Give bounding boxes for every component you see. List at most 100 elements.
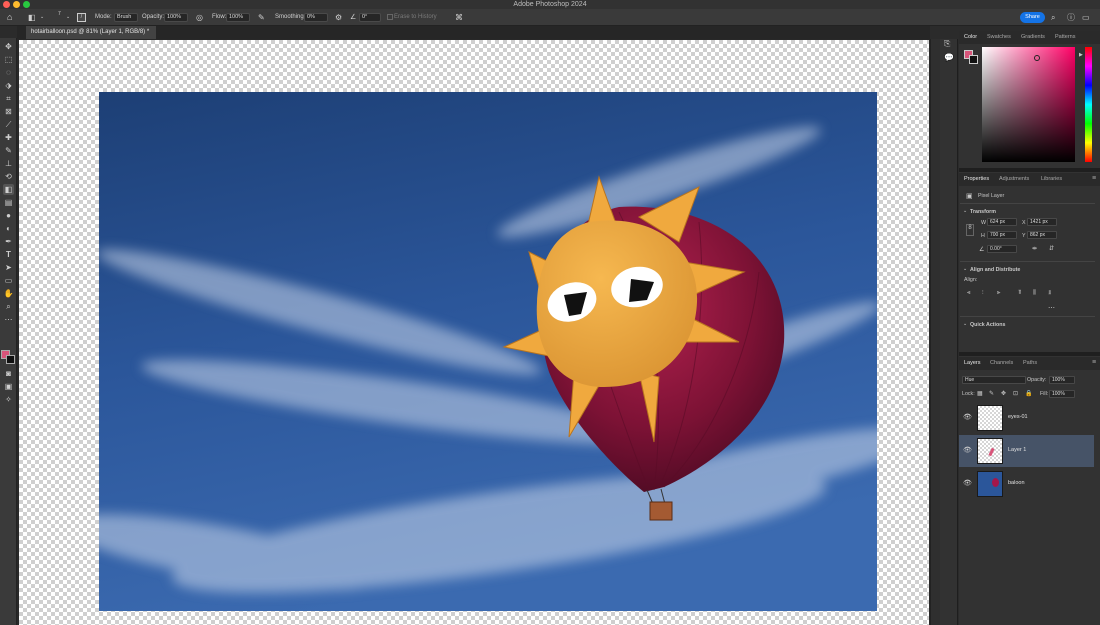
quick-mask-icon[interactable]: ◙ <box>3 368 14 379</box>
panel-menu-icon[interactable]: ≡ <box>1092 173 1096 185</box>
background-color-swatch[interactable] <box>6 355 15 364</box>
object-select-tool-icon[interactable]: ⬗ <box>3 80 14 91</box>
width-input[interactable]: 624 px <box>987 218 1017 226</box>
flip-vertical-icon[interactable]: ⇵ <box>1049 245 1054 252</box>
flip-horizontal-icon[interactable]: ⇹ <box>1032 245 1037 252</box>
vertical-scrollbar[interactable] <box>930 39 940 625</box>
home-icon[interactable]: ⌂ <box>7 9 12 26</box>
blur-tool-icon[interactable]: ● <box>3 210 14 221</box>
airbrush-icon[interactable]: ✎ <box>258 9 265 26</box>
zoom-window-button[interactable] <box>23 1 30 8</box>
y-input[interactable]: 862 px <box>1027 231 1057 239</box>
layer-name[interactable]: eyes-01 <box>1008 414 1028 420</box>
search-icon[interactable]: ⌕ <box>1051 9 1055 26</box>
move-tool-icon[interactable]: ✥ <box>3 41 14 52</box>
rectangle-tool-icon[interactable]: ▭ <box>3 275 14 286</box>
angle-input[interactable]: 0° <box>359 13 381 22</box>
align-center-h-icon[interactable]: ⫶ <box>982 290 984 297</box>
share-button[interactable]: Share <box>1020 12 1045 23</box>
blend-mode-select[interactable]: Hue <box>962 376 1026 384</box>
eraser-tool-icon[interactable]: ◧ <box>28 9 36 26</box>
eyedropper-tool-icon[interactable]: ⟋ <box>3 119 14 130</box>
brush-tool-icon[interactable]: ✎ <box>3 145 14 156</box>
lasso-tool-icon[interactable]: ◌ <box>3 67 14 78</box>
tab-paths[interactable]: Paths <box>1023 357 1037 369</box>
screen-mode-icon[interactable]: ▣ <box>3 381 14 392</box>
height-input[interactable]: 700 px <box>987 231 1017 239</box>
hue-slider[interactable] <box>1085 47 1092 162</box>
chevron-down-icon[interactable]: ⌄ <box>963 266 967 272</box>
chevron-down-icon[interactable]: ⌄ <box>66 9 70 26</box>
history-panel-icon[interactable]: ⎘ <box>944 39 950 49</box>
comments-panel-icon[interactable]: 💬 <box>944 53 954 62</box>
eraser-tool-icon[interactable]: ◧ <box>3 184 14 195</box>
mode-select[interactable]: Brush <box>114 13 138 22</box>
lock-position-icon[interactable]: ✥ <box>1001 390 1006 397</box>
color-picker-handle[interactable] <box>1034 55 1040 61</box>
layer-opacity-input[interactable]: 100% <box>1049 376 1075 384</box>
document-tab[interactable]: hotairballoon.psd @ 81% (Layer 1, RGB/8)… <box>26 26 156 39</box>
tab-color[interactable]: Color <box>964 31 977 43</box>
gradient-tool-icon[interactable]: ▤ <box>3 197 14 208</box>
close-window-button[interactable] <box>3 1 10 8</box>
panel-menu-icon[interactable]: ≡ <box>1092 357 1096 369</box>
history-brush-tool-icon[interactable]: ⟲ <box>3 171 14 182</box>
zoom-tool-icon[interactable]: ⌕ <box>3 301 14 312</box>
chevron-down-icon[interactable]: ⌄ <box>963 208 967 214</box>
link-icon[interactable]: 8 <box>966 224 974 236</box>
layer-row-baloon[interactable]: 👁 baloon <box>959 468 1094 500</box>
help-icon[interactable]: ⓘ <box>1067 9 1075 26</box>
tab-adjustments[interactable]: Adjustments <box>999 173 1029 185</box>
lock-artboard-icon[interactable]: ⊡ <box>1013 390 1018 397</box>
align-right-icon[interactable]: ⫸ <box>997 290 1000 297</box>
tab-properties[interactable]: Properties <box>964 173 989 185</box>
clone-stamp-tool-icon[interactable]: ⊥ <box>3 158 14 169</box>
align-left-icon[interactable]: ⫷ <box>967 290 970 297</box>
eye-icon[interactable]: 👁 <box>963 446 972 454</box>
workspace-icon[interactable]: ▭ <box>1082 9 1090 26</box>
lock-image-icon[interactable]: ✎ <box>989 390 994 397</box>
crop-tool-icon[interactable]: ⌗ <box>3 93 14 104</box>
eye-icon[interactable]: 👁 <box>963 413 972 421</box>
layer-name[interactable]: Layer 1 <box>1008 447 1026 453</box>
eye-icon[interactable]: 👁 <box>963 479 972 487</box>
align-middle-v-icon[interactable]: ⫼ <box>1033 290 1036 297</box>
balloon-photo[interactable] <box>99 92 877 611</box>
align-bottom-icon[interactable]: ⫫ <box>1048 290 1051 297</box>
tab-swatches[interactable]: Swatches <box>987 31 1011 43</box>
flow-input[interactable]: 100% <box>226 13 250 22</box>
frame-tool-icon[interactable]: ⊠ <box>3 106 14 117</box>
lock-all-icon[interactable]: 🔒 <box>1025 390 1032 397</box>
gear-icon[interactable]: ⚙ <box>335 9 342 26</box>
erase-history-checkbox[interactable] <box>387 14 393 20</box>
chevron-down-icon[interactable]: ⌄ <box>963 321 967 327</box>
symmetry-icon[interactable]: ⌘ <box>455 9 463 26</box>
align-top-icon[interactable]: ⫪ <box>1018 290 1021 297</box>
opacity-input[interactable]: 100% <box>164 13 188 22</box>
more-tools-icon[interactable]: ⋯ <box>3 314 14 325</box>
rotation-input[interactable]: 0.00° <box>987 245 1017 253</box>
lock-transparent-icon[interactable]: ▦ <box>977 390 983 397</box>
healing-brush-tool-icon[interactable]: ✚ <box>3 132 14 143</box>
hand-tool-icon[interactable]: ✋ <box>3 288 14 299</box>
minimize-window-button[interactable] <box>13 1 20 8</box>
layer-row-eyes[interactable]: 👁 eyes-01 <box>959 402 1094 434</box>
brush-size[interactable]: 7 <box>58 9 61 26</box>
generative-fill-icon[interactable]: ✧ <box>3 394 14 405</box>
hue-slider-handle[interactable]: ▶ <box>1079 52 1083 58</box>
fill-input[interactable]: 100% <box>1049 390 1075 398</box>
chevron-down-icon[interactable]: ⌄ <box>40 9 44 26</box>
color-field[interactable] <box>982 47 1075 162</box>
tab-layers[interactable]: Layers <box>964 357 981 369</box>
tab-libraries[interactable]: Libraries <box>1041 173 1062 185</box>
smoothing-input[interactable]: 0% <box>304 13 328 22</box>
marquee-tool-icon[interactable]: ⬚ <box>3 54 14 65</box>
layer-row-layer1[interactable]: 👁 Layer 1 <box>959 435 1094 467</box>
brush-settings-icon[interactable]: / <box>77 13 86 22</box>
panel-background-swatch[interactable] <box>969 55 978 64</box>
layer-name[interactable]: baloon <box>1008 480 1025 486</box>
type-tool-icon[interactable]: T <box>3 249 14 260</box>
x-input[interactable]: 1421 px <box>1027 218 1057 226</box>
dodge-tool-icon[interactable]: ◐ <box>3 223 14 234</box>
pressure-opacity-icon[interactable]: ◎ <box>196 9 203 26</box>
